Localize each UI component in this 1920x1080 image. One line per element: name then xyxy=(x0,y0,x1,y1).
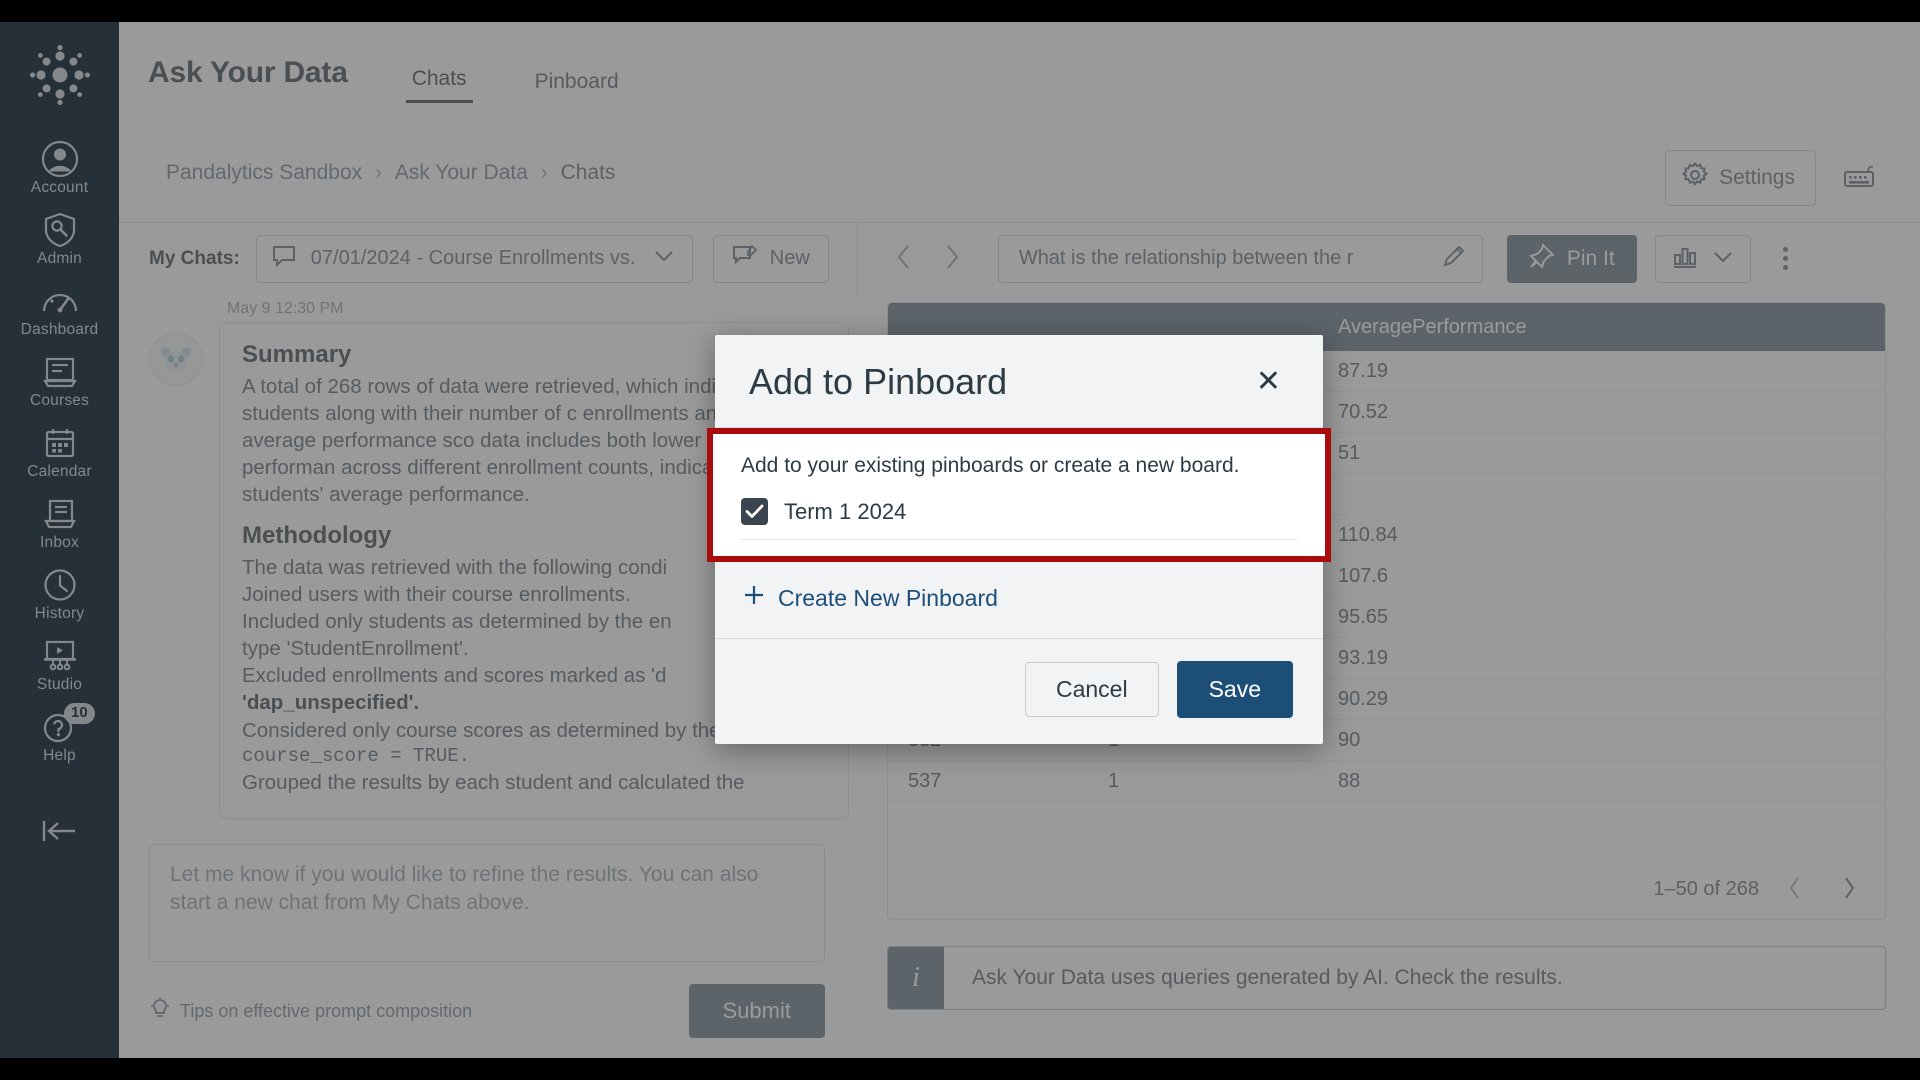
annotation-highlight-box: Add to your existing pinboards or create… xyxy=(707,428,1331,562)
browser-page: Account Admin Dashboard Courses Calendar… xyxy=(0,22,1920,1058)
cancel-button[interactable]: Cancel xyxy=(1024,662,1159,717)
pinboard-selection-area: Add to your existing pinboards or create… xyxy=(713,434,1325,556)
modal-footer: Cancel Save xyxy=(715,638,1323,744)
modal-header: Add to Pinboard ✕ xyxy=(715,335,1323,428)
plus-icon xyxy=(743,584,765,612)
pinboard-checkbox[interactable] xyxy=(741,498,768,525)
create-new-pinboard-label: Create New Pinboard xyxy=(778,584,998,611)
save-button[interactable]: Save xyxy=(1176,661,1293,718)
screenshot-root: Account Admin Dashboard Courses Calendar… xyxy=(0,0,1920,1080)
pinboard-label: Term 1 2024 xyxy=(784,498,907,524)
modal-title: Add to Pinboard xyxy=(749,361,1008,402)
modal-description: Add to your existing pinboards or create… xyxy=(741,454,1240,477)
close-icon[interactable]: ✕ xyxy=(1248,363,1289,401)
create-new-pinboard-button[interactable]: Create New Pinboard xyxy=(743,584,998,612)
create-pinboard-row: Create New Pinboard xyxy=(715,562,1323,638)
modal-overlay-nav xyxy=(0,22,119,1058)
modal-body: Add to your existing pinboards or create… xyxy=(707,428,1331,638)
divider xyxy=(741,539,1297,540)
pinboard-checkbox-row[interactable]: Term 1 2024 xyxy=(741,494,1297,539)
add-to-pinboard-modal: Add to Pinboard ✕ Add to your existing p… xyxy=(707,335,1331,744)
